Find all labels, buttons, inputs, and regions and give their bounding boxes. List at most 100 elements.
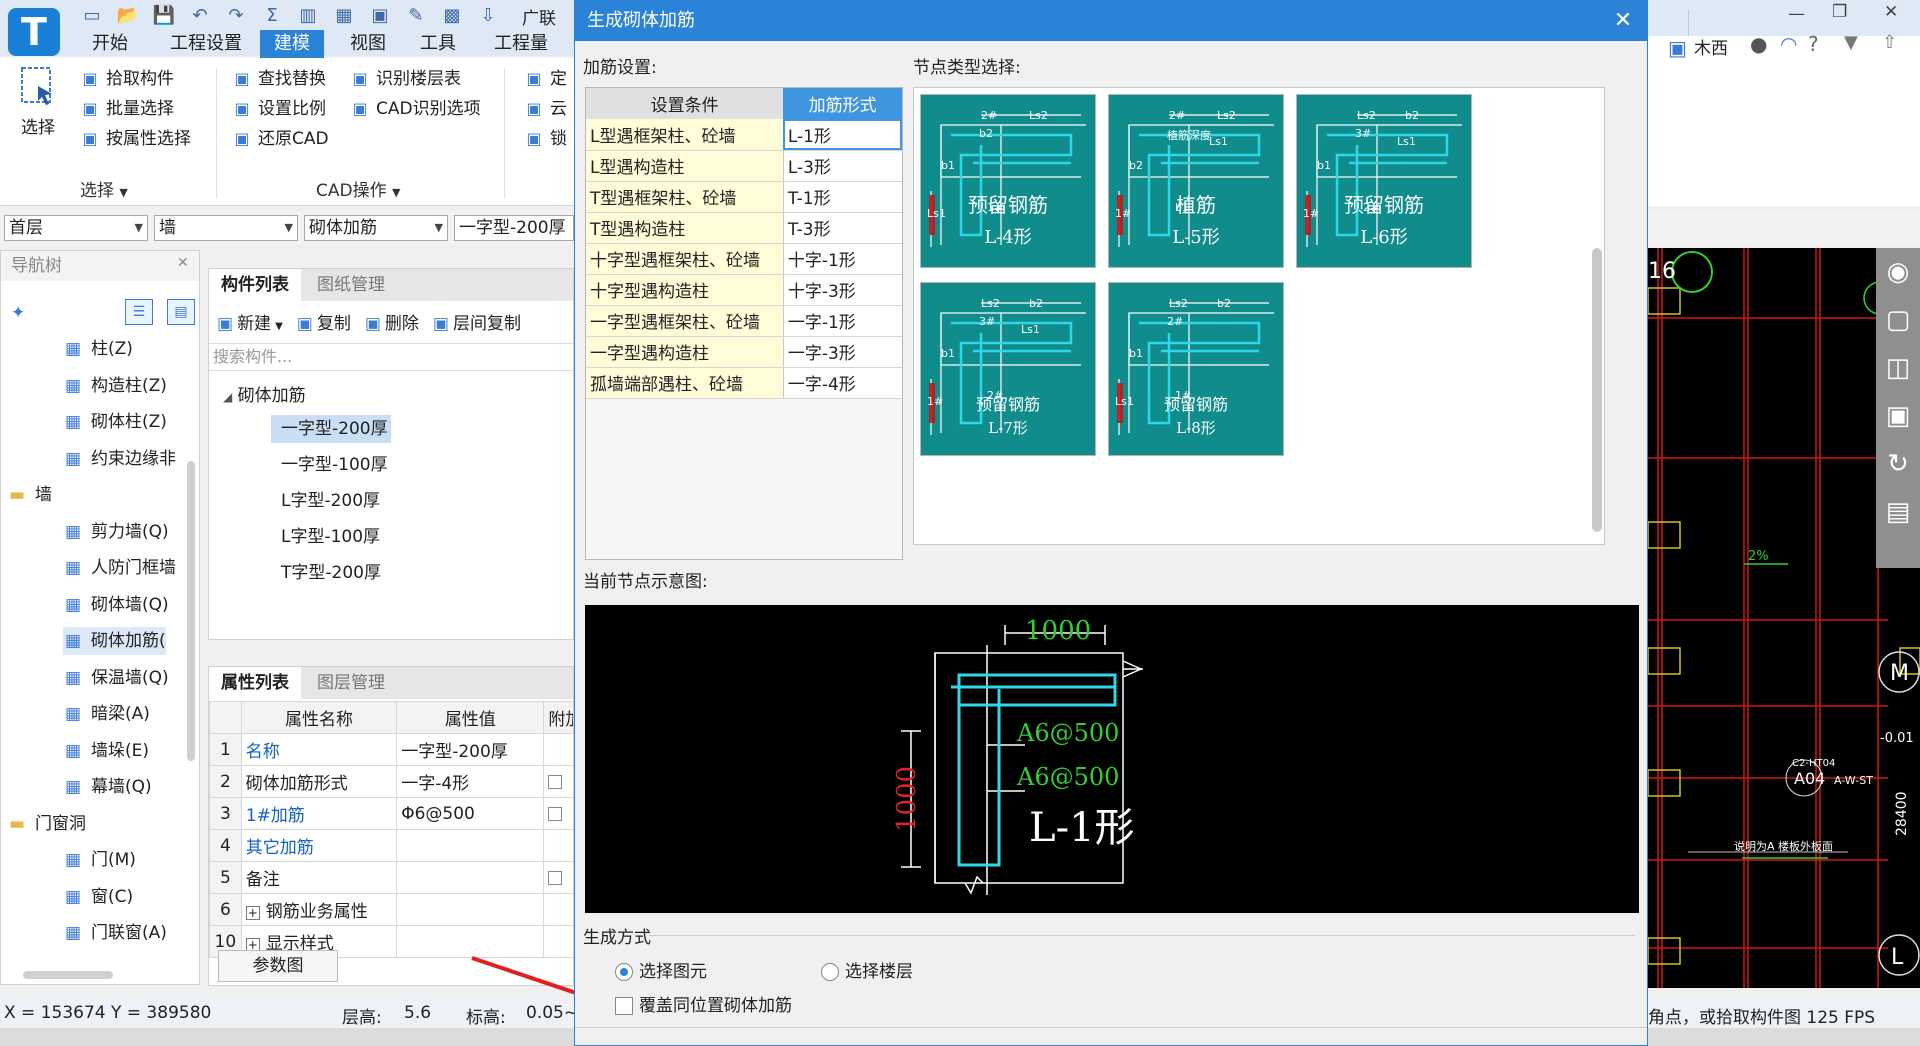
node-option-0[interactable]: 2# Ls2 b2 b1 1# Ls1 预留钢筋 L-4形 (920, 94, 1096, 268)
import-icon[interactable]: ⇩ (476, 4, 500, 28)
list-view-icon[interactable]: ☰ (125, 299, 153, 325)
report-icon[interactable]: ▥ (296, 4, 320, 28)
save-icon[interactable]: 💾 (152, 4, 176, 28)
search-input[interactable]: 搜索构件... (209, 343, 573, 371)
component-item[interactable]: 一字型-200厚 (271, 415, 391, 443)
pin-icon[interactable]: ✦ (11, 303, 25, 323)
property-extra[interactable] (543, 733, 573, 766)
tab-3[interactable]: 视图 (336, 30, 400, 58)
shirt-icon[interactable]: ▼ (1844, 32, 1858, 53)
node-option-2[interactable]: Ls2 b2 3# b1 2# 1# Ls1 预留钢筋 L-6形 (1296, 94, 1472, 268)
param-diagram-button[interactable]: 参数图 (218, 950, 338, 982)
nav-item-13[interactable]: ▬ 门窗洞 (7, 810, 86, 838)
nav-item-14[interactable]: ▦ 门(M) (63, 846, 136, 874)
col2-item-1[interactable]: ▣ 设置比例 (232, 94, 329, 124)
headset-icon[interactable]: ◠ (1780, 32, 1797, 56)
undo-icon[interactable]: ↶ (188, 4, 212, 28)
select-big-button[interactable]: 选择 (14, 64, 62, 138)
upgrade-icon[interactable]: ⇧ (1882, 32, 1897, 53)
toolbar-btn-0[interactable]: ▣ 新建 ▼ (217, 314, 283, 334)
toolbar-btn-1[interactable]: ▣ 复制 (297, 314, 351, 334)
floor-select[interactable]: 首层 ▼ (4, 215, 148, 241)
tab-layer-manage[interactable]: 图层管理 (305, 667, 397, 699)
radio-select-element[interactable]: 选择图元 (615, 957, 707, 982)
nav-item-9[interactable]: ▦ 保温墙(Q) (63, 664, 169, 692)
settings-row[interactable]: T型遇框架柱、砼墙 T-1形 (586, 181, 902, 213)
component-item[interactable]: L字型-200厚 (271, 487, 391, 515)
user-icon[interactable]: ▣ (1668, 36, 1687, 60)
rebar-form-cell[interactable]: L-3形 (783, 150, 902, 182)
property-value[interactable]: 一字型-200厚 (396, 733, 545, 766)
redo-icon[interactable]: ↷ (224, 4, 248, 28)
property-value[interactable] (396, 861, 545, 894)
cube-icon[interactable]: ▣ (1876, 392, 1920, 440)
settings-row[interactable]: L型遇构造柱 L-3形 (586, 150, 902, 182)
layer-icon[interactable]: ▤ (1876, 488, 1920, 536)
col1-item-0[interactable]: ▣ 拾取构件 (80, 64, 191, 94)
nav-item-2[interactable]: ▦ 砌体柱(Z) (63, 408, 167, 436)
property-value[interactable] (396, 829, 545, 862)
top-view-icon[interactable]: ◫ (1876, 344, 1920, 392)
preview-icon[interactable]: ▦ (332, 4, 356, 28)
radio-off-icon[interactable] (821, 963, 839, 981)
property-row[interactable]: 2 砌体加筋形式 一字-4形 (209, 765, 573, 798)
radio-on-icon[interactable] (615, 963, 633, 981)
nav-item-10[interactable]: ▦ 暗梁(A) (63, 700, 150, 728)
tab-property-list[interactable]: 属性列表 (209, 667, 301, 699)
chat-icon[interactable]: ● (1750, 32, 1767, 56)
settings-row[interactable]: 一字型遇构造柱 一字-3形 (586, 336, 902, 368)
col4-item-1[interactable]: ▣ 云 (524, 94, 567, 124)
col2-item-2[interactable]: ▣ 还原CAD (232, 124, 328, 154)
property-row[interactable]: 4 其它加筋 (209, 829, 573, 862)
user-name[interactable]: 木西 (1694, 34, 1728, 59)
orbit-icon[interactable]: ◉ (1876, 248, 1920, 296)
close-icon[interactable]: ✕ (177, 255, 189, 271)
rebar-form-cell[interactable]: T-1形 (783, 181, 902, 213)
property-row[interactable]: 6 + 钢筋业务属性 (209, 893, 573, 926)
nav-item-6[interactable]: ▦ 人防门框墙 (63, 554, 176, 582)
tab-1[interactable]: 工程设置 (156, 30, 256, 58)
tab-2[interactable]: 建模 (260, 30, 324, 58)
col3-item-1[interactable]: ▣ CAD识别选项 (350, 94, 480, 124)
help-icon[interactable]: ? (1808, 32, 1819, 56)
property-value[interactable]: Φ6@500 (396, 797, 545, 830)
node-option-4[interactable]: Ls2 b2 2# b1 1# Ls1 预留钢筋 L-8形 (1108, 282, 1284, 456)
property-extra[interactable] (543, 893, 573, 926)
property-extra[interactable] (543, 861, 573, 894)
select-group-label[interactable]: 选择 ▼ (80, 176, 128, 201)
export-icon[interactable]: ▣ (368, 4, 392, 28)
component-item[interactable]: L字型-100厚 (271, 523, 391, 551)
rebar-form-cell[interactable]: 一字-1形 (783, 305, 902, 337)
nav-item-15[interactable]: ▦ 窗(C) (63, 883, 133, 911)
nav-item-7[interactable]: ▦ 砌体墙(Q) (63, 591, 169, 619)
nav-scrollbar[interactable] (187, 461, 195, 761)
toolbar-btn-2[interactable]: ▣ 删除 (365, 314, 419, 334)
restore-icon[interactable]: ❐ (1832, 2, 1847, 22)
nav-hscrollbar[interactable] (23, 971, 113, 979)
nav-item-1[interactable]: ▦ 构造柱(Z) (63, 372, 167, 400)
gallery-scrollbar[interactable] (1592, 248, 1602, 532)
col1-item-1[interactable]: ▣ 批量选择 (80, 94, 191, 124)
open-icon[interactable]: 📂 (116, 4, 140, 28)
pen-icon[interactable]: ✎ (404, 4, 428, 28)
tab-drawing-manage[interactable]: 图纸管理 (305, 269, 397, 301)
3d-view-icon[interactable]: ▢ (1876, 296, 1920, 344)
tree-view-icon[interactable]: ▤ (167, 299, 195, 325)
rebar-form-cell[interactable]: 十字-1形 (783, 243, 902, 275)
property-value[interactable] (396, 893, 545, 926)
expand-icon[interactable]: + (245, 906, 260, 920)
toolbar-btn-3[interactable]: ▣ 层间复制 (433, 314, 521, 334)
property-row[interactable]: 1 名称 一字型-200厚 (209, 733, 573, 766)
checkbox-icon[interactable] (548, 806, 563, 821)
radio-select-floor[interactable]: 选择楼层 (821, 957, 913, 982)
nav-item-5[interactable]: ▦ 剪力墙(Q) (63, 518, 169, 546)
cad-canvas[interactable]: 16 M L 2% -0.01 28400 C2-HT04 A04 A-W-ST… (1648, 248, 1920, 988)
checkbox-icon[interactable] (548, 774, 563, 789)
settings-row[interactable]: 孤墙端部遇柱、砼墙 一字-4形 (586, 367, 902, 399)
node-option-3[interactable]: Ls2 b2 3# b1 2# 1# Ls1 预留钢筋 L-7形 (920, 282, 1096, 456)
settings-row[interactable]: 一字型遇框架柱、砼墙 一字-1形 (586, 305, 902, 337)
tab-4[interactable]: 工具 (406, 30, 470, 58)
property-extra[interactable] (543, 797, 573, 830)
checkbox-icon[interactable] (548, 870, 563, 885)
checkbox-icon[interactable] (615, 997, 633, 1015)
